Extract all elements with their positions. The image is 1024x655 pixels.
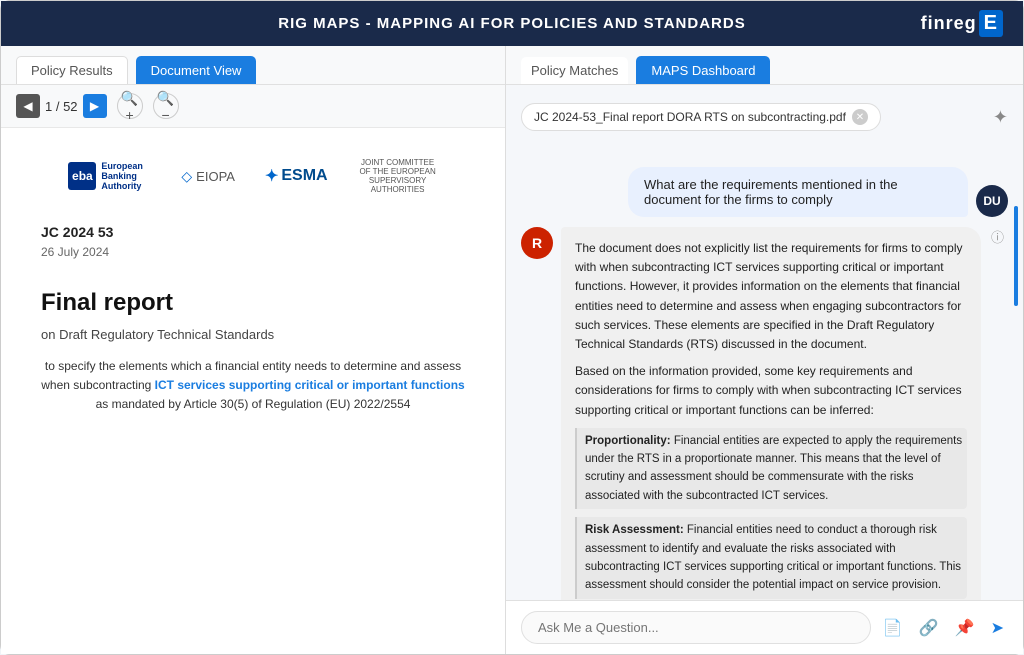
- user-avatar: DU: [976, 185, 1008, 217]
- acpo-logo: ◇ EIOPA: [181, 168, 235, 185]
- bot-intro-text: The document does not explicitly list th…: [575, 239, 967, 354]
- info-button[interactable]: ⓘ: [991, 227, 1004, 246]
- left-panel: Policy Results Document View ◀ 1 / 52 ▶ …: [1, 46, 506, 654]
- link-tool-button[interactable]: 🔗: [915, 614, 943, 642]
- bullet-proportionality: Proportionality: Financial entities are …: [575, 428, 967, 510]
- bot-bubble: The document does not explicitly list th…: [561, 227, 981, 600]
- sparkle-button[interactable]: ✦: [993, 107, 1008, 128]
- next-page-button[interactable]: ▶: [83, 94, 107, 118]
- header-title: RIG MAPS - MAPPING AI FOR POLICIES AND S…: [278, 15, 745, 32]
- document-date: 26 July 2024: [41, 245, 109, 259]
- tab-document-view[interactable]: Document View: [136, 56, 257, 84]
- bot-inference-text: Based on the information provided, some …: [575, 362, 967, 420]
- right-tabs: Policy Matches MAPS Dashboard: [506, 46, 1023, 85]
- logo-e: E: [979, 10, 1003, 37]
- document-tag: JC 2024-53_Final report DORA RTS on subc…: [521, 103, 881, 131]
- user-bubble: What are the requirements mentioned in t…: [628, 167, 968, 217]
- app-header: RIG MAPS - MAPPING AI FOR POLICIES AND S…: [1, 1, 1023, 46]
- chat-area: JC 2024-53_Final report DORA RTS on subc…: [506, 85, 1023, 600]
- logo: finreg E: [921, 10, 1003, 37]
- document-title: Final report: [41, 289, 173, 317]
- right-panel: Policy Matches MAPS Dashboard JC 2024-53…: [506, 46, 1023, 654]
- tab-policy-results[interactable]: Policy Results: [16, 56, 128, 84]
- zoom-out-button[interactable]: 🔍−: [153, 93, 179, 119]
- chat-input-area: 📄 🔗 📌 ➤: [506, 600, 1023, 654]
- institution-logos: eba European Banking Authority ◇ EIOPA ✦…: [68, 158, 437, 194]
- send-button[interactable]: ➤: [987, 614, 1008, 642]
- logo-text: finreg: [921, 13, 977, 34]
- prev-page-button[interactable]: ◀: [16, 94, 40, 118]
- left-tabs: Policy Results Document View: [1, 46, 505, 85]
- tab-maps-dashboard[interactable]: MAPS Dashboard: [636, 56, 770, 84]
- document-subtitle: on Draft Regulatory Technical Standards: [41, 327, 274, 342]
- document-body: to specify the elements which a financia…: [41, 357, 465, 415]
- document-reference: JC 2024 53: [41, 224, 113, 240]
- document-content: eba European Banking Authority ◇ EIOPA ✦…: [1, 128, 505, 654]
- zoom-in-button[interactable]: 🔍+: [117, 93, 143, 119]
- user-message: What are the requirements mentioned in t…: [521, 167, 1008, 217]
- bot-message: R The document does not explicitly list …: [521, 227, 1008, 600]
- tab-policy-matches[interactable]: Policy Matches: [521, 57, 628, 84]
- doc-tag-row: JC 2024-53_Final report DORA RTS on subc…: [521, 95, 1008, 135]
- left-toolbar: ◀ 1 / 52 ▶ 🔍+ 🔍−: [1, 85, 505, 128]
- bot-avatar: R: [521, 227, 553, 259]
- doc-tag-close-button[interactable]: ✕: [852, 109, 868, 125]
- bullet-risk-assessment: Risk Assessment: Financial entities need…: [575, 517, 967, 599]
- page-indicator: 1 / 52: [45, 99, 78, 114]
- scrollbar-indicator[interactable]: [1014, 206, 1018, 306]
- main-container: Policy Results Document View ◀ 1 / 52 ▶ …: [1, 46, 1023, 654]
- document-tool-button[interactable]: 📄: [879, 614, 907, 642]
- page-navigation: ◀ 1 / 52 ▶: [16, 94, 107, 118]
- chat-input[interactable]: [521, 611, 871, 644]
- attach-tool-button[interactable]: 📌: [951, 614, 979, 642]
- eba-logo: eba European Banking Authority: [68, 161, 151, 191]
- esma-logo: ✦ ESMA: [265, 166, 328, 186]
- joint-committee-logo: JOINT COMMITTEE OF THE EUROPEAN SUPERVIS…: [358, 158, 438, 194]
- doc-tag-filename: JC 2024-53_Final report DORA RTS on subc…: [534, 110, 846, 124]
